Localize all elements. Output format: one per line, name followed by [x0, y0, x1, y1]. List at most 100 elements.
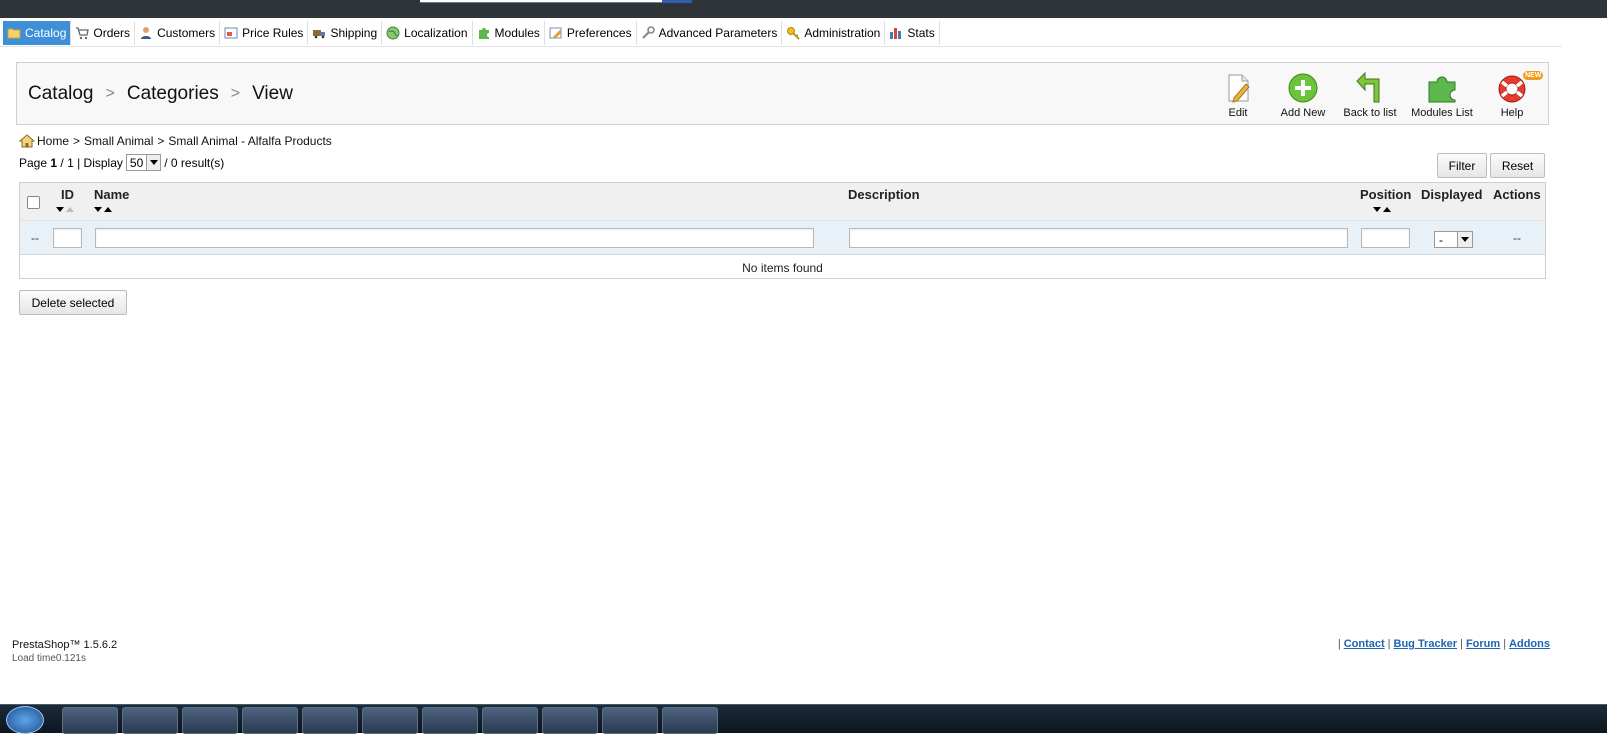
filter-name-input[interactable]	[95, 228, 814, 248]
footer-link-separator: |	[1503, 638, 1507, 650]
user-icon	[141, 27, 152, 39]
back-to-list-label: Back to list	[1343, 107, 1397, 119]
sort-id	[56, 207, 74, 212]
menu-tab-label: Catalog	[25, 26, 67, 40]
menu-tab-price-rules[interactable]: Price Rules	[220, 21, 309, 45]
menu-tab-customers[interactable]: Customers	[135, 21, 221, 45]
menu-tab-label: Preferences	[566, 26, 632, 40]
menu-tab-preferences[interactable]: Preferences	[545, 21, 637, 45]
taskbar-app-button[interactable]	[482, 707, 538, 734]
breadcrumb-separator: >	[73, 134, 81, 148]
add-icon	[1288, 73, 1318, 103]
taskbar-app-button[interactable]	[422, 707, 478, 734]
folder-icon	[7, 28, 21, 39]
chevron-down-icon	[1457, 232, 1472, 247]
taskbar-app-button[interactable]	[62, 707, 118, 734]
footer-version: PrestaShop™ 1.5.6.2	[12, 639, 118, 651]
results-per-page-value: 50	[129, 155, 144, 170]
menu-tab-label: Shipping	[330, 26, 378, 40]
taskbar-app-button[interactable]	[602, 707, 658, 734]
footer-links: | Contact | Bug Tracker | Forum | Addons	[1338, 638, 1553, 650]
price-tag-icon	[224, 27, 238, 39]
breadcrumb-separator: >	[157, 134, 165, 148]
delete-selected-button[interactable]: Delete selected	[19, 290, 127, 315]
menu-tab-shipping[interactable]: Shipping	[308, 21, 383, 45]
add-new-label: Add New	[1280, 107, 1326, 119]
page-label: Page	[19, 155, 48, 170]
menu-tab-label: Price Rules	[242, 26, 304, 40]
filter-position-input[interactable]	[1361, 228, 1410, 248]
add-new-button[interactable]: Add New	[1268, 72, 1338, 119]
column-header-position: Position	[1360, 187, 1412, 202]
quick-search-input[interactable]	[420, 0, 692, 3]
column-header-actions: Actions	[1493, 187, 1541, 202]
breadcrumb: Home > Small Animal > Small Animal - Alf…	[19, 134, 332, 148]
page-title-separator: >	[105, 85, 115, 102]
menu-tab-label: Stats	[907, 26, 935, 40]
footer-link-separator: |	[1387, 638, 1391, 650]
results-count: / 0 result(s)	[164, 155, 225, 170]
filter-displayed-value: -	[1439, 232, 1443, 247]
taskbar-app-button[interactable]	[122, 707, 178, 734]
total-pages: / 1	[60, 155, 74, 170]
column-header-id: ID	[61, 187, 74, 202]
sort-asc-icon[interactable]	[66, 207, 74, 212]
filter-actions-placeholder: --	[1513, 231, 1521, 245]
footer-link-separator: |	[1460, 638, 1463, 650]
sort-desc-icon[interactable]	[94, 207, 102, 212]
menu-tab-stats[interactable]: Stats	[885, 21, 940, 45]
top-header-bar	[0, 0, 1607, 18]
sort-desc-icon[interactable]	[1373, 207, 1381, 212]
filter-button[interactable]: Filter	[1437, 153, 1487, 178]
menu-tab-advanced-parameters[interactable]: Advanced Parameters	[637, 21, 783, 45]
edit-button[interactable]: Edit	[1203, 72, 1273, 119]
display-label: | Display	[77, 155, 123, 170]
back-to-list-button[interactable]: Back to list	[1335, 72, 1405, 119]
menu-tab-administration[interactable]: Administration	[782, 21, 886, 45]
taskbar-app-button[interactable]	[302, 707, 358, 734]
start-button[interactable]	[6, 706, 44, 734]
chevron-down-icon	[146, 155, 161, 170]
footer-link-separator: |	[1337, 638, 1341, 650]
taskbar-app-button[interactable]	[242, 707, 298, 734]
menu-tab-orders[interactable]: Orders	[71, 21, 136, 45]
sort-asc-icon[interactable]	[1383, 207, 1391, 212]
puzzle-icon	[1428, 76, 1456, 103]
select-all-checkbox[interactable]	[27, 196, 40, 209]
modules-list-button[interactable]: Modules List	[1407, 72, 1477, 119]
footer-link-contact[interactable]: Contact	[1344, 638, 1385, 650]
quick-search-button[interactable]	[662, 0, 692, 3]
footer-link-forum[interactable]: Forum	[1466, 638, 1500, 650]
home-icon[interactable]	[19, 134, 35, 148]
footer-link-addons[interactable]: Addons	[1509, 638, 1550, 650]
cart-icon	[76, 27, 90, 40]
footer-info: PrestaShop™ 1.5.6.2 Load time0.121s	[12, 639, 117, 665]
table-header: ID Name Description Position Displayed A…	[20, 183, 1545, 221]
menu-tab-localization[interactable]: Localization	[382, 21, 473, 45]
breadcrumb-home[interactable]: Home	[37, 134, 69, 148]
menu-tab-label: Modules	[494, 26, 540, 40]
pagination-info: Page 1 / 1 | Display 50 / 0 result(s)	[19, 154, 224, 171]
breadcrumb-small-animal[interactable]: Small Animal	[84, 134, 153, 148]
sort-asc-icon[interactable]	[104, 207, 112, 212]
footer-link-bug-tracker[interactable]: Bug Tracker	[1394, 638, 1458, 650]
menu-tab-catalog[interactable]: Catalog	[3, 21, 72, 45]
taskbar-app-button[interactable]	[542, 707, 598, 734]
menu-tab-modules[interactable]: Modules	[473, 21, 545, 45]
sort-position	[1373, 207, 1391, 212]
reset-button[interactable]: Reset	[1490, 153, 1545, 178]
key-icon	[787, 27, 800, 40]
column-header-displayed: Displayed	[1421, 187, 1483, 202]
taskbar-app-button[interactable]	[182, 707, 238, 734]
sort-desc-icon[interactable]	[56, 207, 64, 212]
filter-description-input[interactable]	[849, 228, 1348, 248]
filter-id-input[interactable]	[53, 228, 82, 248]
page-title-catalog: Catalog	[28, 83, 94, 104]
taskbar-app-button[interactable]	[362, 707, 418, 734]
wrench-icon	[641, 26, 655, 39]
sort-name	[94, 207, 112, 212]
taskbar-app-button[interactable]	[662, 707, 718, 734]
menu-tab-label: Localization	[404, 26, 468, 40]
filter-displayed-select[interactable]: -	[1434, 231, 1473, 248]
results-per-page-select[interactable]: 50	[125, 154, 162, 171]
